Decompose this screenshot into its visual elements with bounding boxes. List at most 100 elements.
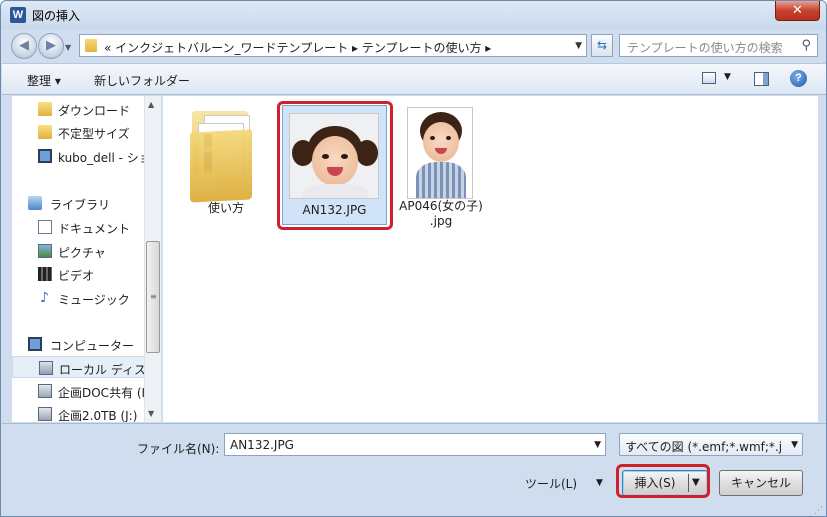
tools-menu-button[interactable]: ツール(L): [525, 475, 577, 492]
back-button[interactable]: ◀: [11, 33, 37, 59]
insert-picture-dialog: W 図の挿入 ✕ ◀ ▶ ▼ « インクジェトバルーン_ワードテンプレート ▸ …: [0, 0, 827, 517]
nav-item-label: 企画DOC共有 (I:): [58, 386, 146, 400]
split-divider: [688, 474, 689, 492]
tools-dropdown-arrow[interactable]: ▼: [596, 478, 603, 488]
refresh-icon: ⇆: [596, 38, 608, 52]
nav-item-label: ダウンロード: [58, 104, 131, 118]
filename-value: AN132.JPG: [230, 438, 294, 452]
video-icon: [38, 267, 52, 281]
file-name: 使い方: [207, 201, 244, 215]
insert-button[interactable]: 挿入(S) ▼: [622, 470, 708, 496]
file-name: AN132.JPG: [302, 203, 367, 217]
shirt-shape: [302, 184, 368, 198]
music-icon: ♪: [40, 290, 49, 306]
nav-item-documents[interactable]: ドキュメント: [12, 216, 146, 238]
folder-icon: [85, 39, 97, 52]
image-thumbnail: [407, 107, 473, 199]
grip-icon: ≡: [150, 292, 157, 301]
new-folder-button[interactable]: 新しいフォルダー: [94, 72, 190, 89]
address-path[interactable]: « インクジェトバルーン_ワードテンプレート ▸ テンプレートの使い方 ▸: [104, 39, 491, 56]
view-dropdown-arrow[interactable]: ▼: [724, 72, 731, 82]
close-button[interactable]: ✕: [775, 1, 820, 21]
drive-icon: [39, 361, 53, 375]
nav-item-videos[interactable]: ビデオ: [12, 263, 146, 285]
word-app-icon: W: [10, 7, 26, 23]
folder-icon: [38, 102, 52, 116]
nav-item-label: ミュージック: [58, 293, 130, 307]
folder-front-shape: [190, 129, 252, 203]
eye-shape: [322, 154, 329, 159]
insert-button-label[interactable]: 挿入(S): [623, 471, 687, 495]
file-item-folder[interactable]: 使い方: [184, 103, 268, 221]
file-name: AP046(女の子) .jpg: [399, 199, 483, 228]
nav-item-pictures[interactable]: ピクチャ: [12, 240, 146, 262]
refresh-button[interactable]: ⇆: [591, 34, 613, 57]
eye-shape: [341, 154, 348, 159]
scroll-up-icon[interactable]: ▲: [148, 100, 154, 109]
file-item-ap046[interactable]: AP046(女の子) .jpg: [395, 103, 487, 235]
file-type-filter-select[interactable]: すべての図 (*.emf;*.wmf;*.j ▼: [619, 433, 803, 456]
navigation-pane-scrollbar[interactable]: ▲ ≡ ▼: [144, 96, 161, 422]
eye-shape: [430, 136, 435, 140]
window-title: 図の挿入: [32, 9, 81, 23]
forward-button[interactable]: ▶: [38, 33, 64, 59]
file-type-filter-value: すべての図 (*.emf;*.wmf;*.j: [625, 440, 783, 454]
bottom-panel: ファイル名(N): AN132.JPG ▼ すべての図 (*.emf;*.wmf…: [2, 423, 826, 516]
folder-icon: [38, 125, 52, 139]
face-shape: [312, 136, 358, 186]
back-arrow-icon: ◀: [19, 38, 29, 53]
computer-icon: [38, 149, 52, 163]
nav-item-label: ビデオ: [58, 269, 95, 283]
chevron-down-icon[interactable]: ▼: [575, 41, 582, 51]
file-item-an132[interactable]: AN132.JPG: [282, 105, 387, 225]
forward-arrow-icon: ▶: [46, 38, 56, 53]
search-input[interactable]: テンプレートの使い方の検索 ⚲: [619, 34, 818, 57]
nav-item-label: ドキュメント: [58, 222, 131, 236]
cancel-button[interactable]: キャンセル: [719, 470, 803, 496]
search-icon: ⚲: [801, 38, 811, 53]
computer-icon: [28, 337, 42, 351]
document-icon: [38, 220, 52, 234]
library-icon: [28, 196, 42, 210]
nav-item-music[interactable]: ♪ ミュージック: [12, 287, 146, 309]
nav-item-label: kubo_dell - ショートカット: [58, 151, 146, 165]
insert-options-arrow-icon[interactable]: ▼: [692, 471, 700, 495]
nav-item-label: ローカル ディスク (C:): [59, 363, 146, 377]
navigation-pane: ダウンロード 不定型サイズ kubo_dell - ショートカット ライブラリ …: [12, 96, 162, 422]
title-bar: W 図の挿入 ✕: [1, 1, 826, 29]
resize-grip-icon[interactable]: ⋰: [814, 506, 823, 516]
filename-label: ファイル名(N):: [137, 442, 220, 456]
face-shape: [423, 122, 459, 162]
nav-item-computer[interactable]: コンピューター: [12, 333, 146, 355]
nav-item-downloads[interactable]: ダウンロード: [12, 98, 146, 120]
nav-item-label: コンピューター: [50, 339, 135, 353]
folder-thumbnail: [190, 105, 256, 203]
organize-menu-button[interactable]: 整理 ▾: [27, 72, 61, 89]
nav-item-label: 不定型サイズ: [58, 127, 130, 141]
nav-item-local-disk[interactable]: ローカル ディスク (C:): [12, 356, 146, 378]
scroll-down-icon[interactable]: ▼: [148, 409, 154, 418]
network-drive-icon: [38, 407, 52, 421]
nav-item-kikaku-doc[interactable]: 企画DOC共有 (I:): [12, 380, 146, 402]
help-icon[interactable]: ?: [790, 70, 807, 87]
change-view-icon[interactable]: [702, 72, 716, 84]
picture-icon: [38, 244, 52, 258]
chevron-down-icon[interactable]: ▼: [594, 440, 601, 450]
shirt-shape: [416, 162, 466, 198]
nav-item-irregular-size[interactable]: 不定型サイズ: [12, 121, 146, 143]
image-thumbnail: [289, 113, 379, 199]
chevron-down-icon: ▼: [791, 440, 798, 450]
recent-locations-dropdown[interactable]: ▼: [65, 43, 71, 52]
nav-item-label: 企画2.0TB (J:): [58, 409, 138, 422]
preview-pane-icon[interactable]: [754, 72, 769, 86]
nav-item-label: ピクチャ: [58, 246, 106, 260]
command-toolbar: 整理 ▾ 新しいフォルダー ▼ ?: [2, 63, 826, 95]
nav-item-libraries[interactable]: ライブラリ: [12, 192, 146, 214]
nav-item-kikaku-2tb[interactable]: 企画2.0TB (J:): [12, 403, 146, 422]
search-placeholder: テンプレートの使い方の検索: [627, 41, 783, 55]
nav-item-kubo-dell[interactable]: kubo_dell - ショートカット: [12, 145, 146, 167]
scrollbar-thumb[interactable]: ≡: [146, 241, 160, 353]
address-row: ◀ ▶ ▼ « インクジェトバルーン_ワードテンプレート ▸ テンプレートの使い…: [1, 29, 826, 63]
address-bar[interactable]: « インクジェトバルーン_ワードテンプレート ▸ テンプレートの使い方 ▸ ▼: [79, 34, 587, 57]
filename-field[interactable]: AN132.JPG ▼: [224, 433, 606, 456]
